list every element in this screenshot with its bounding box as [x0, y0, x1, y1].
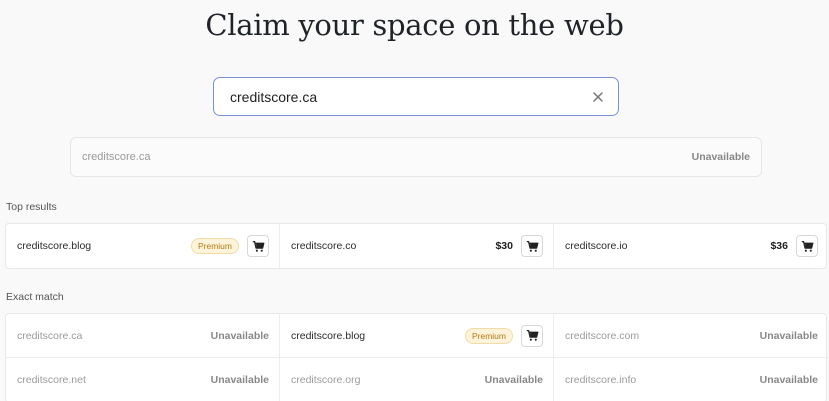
domain-name: creditscore.blog	[291, 329, 366, 342]
add-to-cart-button[interactable]	[521, 324, 543, 347]
cart-icon	[801, 240, 813, 252]
top-results-grid: creditscore.blog Premium creditscore.co …	[5, 223, 827, 269]
status-label: Unavailable	[759, 374, 818, 386]
list-item[interactable]: creditscore.blog Premium	[280, 314, 554, 358]
list-item: creditscore.info Unavailable	[554, 358, 828, 401]
domain-name: creditscore.io	[565, 240, 628, 252]
add-to-cart-button[interactable]	[521, 235, 543, 257]
domain-name: creditscore.info	[565, 374, 637, 386]
top-results-heading: Top results	[6, 201, 57, 213]
domain-search-input[interactable]	[230, 88, 590, 105]
list-item[interactable]: creditscore.io $36	[554, 224, 828, 268]
premium-badge: Premium	[464, 327, 513, 344]
query-result-row: creditscore.ca Unavailable	[70, 137, 762, 177]
status-label: Unavailable	[210, 329, 269, 342]
cart-icon	[526, 329, 538, 341]
status-label: Unavailable	[210, 374, 269, 386]
list-item[interactable]: creditscore.blog Premium	[6, 224, 280, 268]
exact-match-grid: creditscore.ca Unavailable creditscore.b…	[5, 313, 828, 401]
query-result-status: Unavailable	[691, 151, 750, 163]
domain-name: creditscore.com	[565, 329, 640, 342]
list-item: creditscore.org Unavailable	[280, 358, 554, 401]
list-item: creditscore.net Unavailable	[6, 358, 280, 401]
cart-icon	[526, 240, 538, 252]
domain-name: creditscore.ca	[17, 329, 83, 342]
list-item: creditscore.com Unavailable	[554, 314, 828, 358]
add-to-cart-button[interactable]	[796, 235, 818, 257]
domain-name: creditscore.co	[291, 240, 357, 252]
premium-badge: Premium	[190, 238, 239, 254]
query-result-domain: creditscore.ca	[82, 151, 151, 163]
add-to-cart-button[interactable]	[247, 235, 269, 257]
page-headline: Claim your space on the web	[205, 8, 624, 42]
price-label: $30	[495, 240, 513, 252]
list-item: creditscore.ca Unavailable	[6, 314, 280, 358]
domain-search-box[interactable]	[213, 77, 619, 116]
price-label: $36	[770, 240, 788, 252]
list-item[interactable]: creditscore.co $30	[280, 224, 554, 268]
cart-icon	[252, 240, 264, 252]
domain-name: creditscore.net	[17, 374, 86, 386]
close-icon[interactable]	[590, 89, 606, 105]
status-label: Unavailable	[759, 329, 818, 342]
domain-name: creditscore.blog	[17, 240, 92, 252]
exact-match-heading: Exact match	[6, 291, 64, 303]
status-label: Unavailable	[484, 374, 543, 386]
domain-name: creditscore.org	[291, 374, 361, 386]
